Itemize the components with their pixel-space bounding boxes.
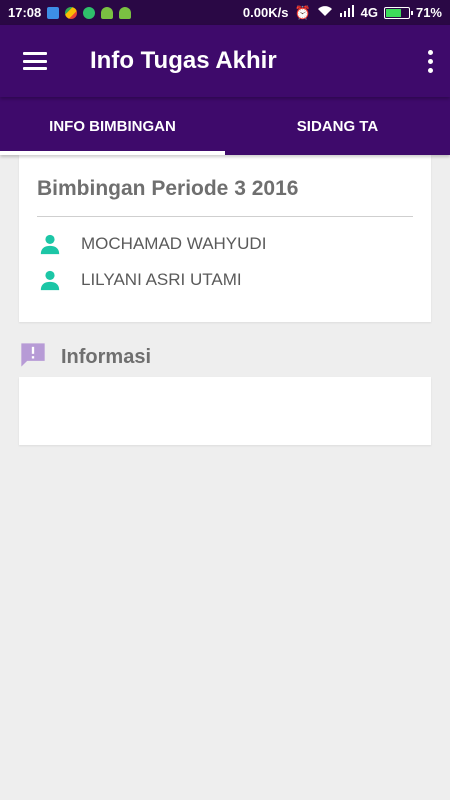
more-vert-icon — [427, 49, 433, 73]
wifi-icon — [317, 5, 333, 20]
bimbingan-card: Bimbingan Periode 3 2016 MOCHAMAD WAHYUD… — [19, 155, 431, 322]
divider — [37, 216, 413, 217]
network-speed: 0.00K/s — [242, 5, 289, 20]
supervisor-name: MOCHAMAD WAHYUDI — [81, 234, 267, 253]
person-icon — [37, 231, 63, 257]
supervisor-item-2: LILYANI ASRI UTAMI — [37, 267, 242, 293]
overflow-menu-button[interactable] — [410, 25, 450, 97]
informasi-card — [19, 377, 431, 445]
supervisor-item-1: MOCHAMAD WAHYUDI — [37, 231, 266, 257]
signal-icon — [339, 5, 355, 20]
app-bar: Info Tugas Akhir — [0, 25, 450, 97]
tab-info-bimbingan[interactable]: INFO BIMBINGAN — [0, 97, 225, 155]
hamburger-menu-icon — [23, 52, 47, 70]
battery-icon — [383, 6, 413, 19]
status-time: 17:08 — [8, 5, 42, 20]
tab-sidang-ta[interactable]: SIDANG TA — [225, 97, 450, 155]
battery-level — [385, 8, 401, 17]
supervisor-name: LILYANI ASRI UTAMI — [81, 270, 242, 289]
bimbingan-title: Bimbingan Periode 3 2016 — [37, 177, 299, 200]
network-type: 4G — [360, 5, 378, 20]
status-right: 0.00K/s ⏰ 4G 71% — [243, 5, 442, 21]
person-icon — [37, 267, 63, 293]
menu-button[interactable] — [0, 25, 70, 97]
notification-store-icon — [65, 6, 78, 19]
alarm-icon: ⏰ — [294, 4, 311, 20]
informasi-title: Informasi — [61, 346, 152, 368]
page-title: Info Tugas Akhir — [90, 47, 277, 74]
status-left: 17:08 — [8, 5, 132, 20]
announcement-icon — [19, 341, 47, 374]
notification-download-icon — [83, 6, 96, 19]
notification-app-icon — [47, 6, 60, 19]
informasi-header: Informasi — [19, 341, 151, 374]
notification-android-icon — [101, 6, 114, 19]
battery-percent: 71% — [415, 5, 442, 20]
notification-android-icon-2 — [119, 6, 132, 19]
tab-bar: INFO BIMBINGAN SIDANG TA — [0, 97, 450, 155]
status-bar: 17:08 0.00K/s ⏰ 4G 71% — [0, 0, 450, 25]
